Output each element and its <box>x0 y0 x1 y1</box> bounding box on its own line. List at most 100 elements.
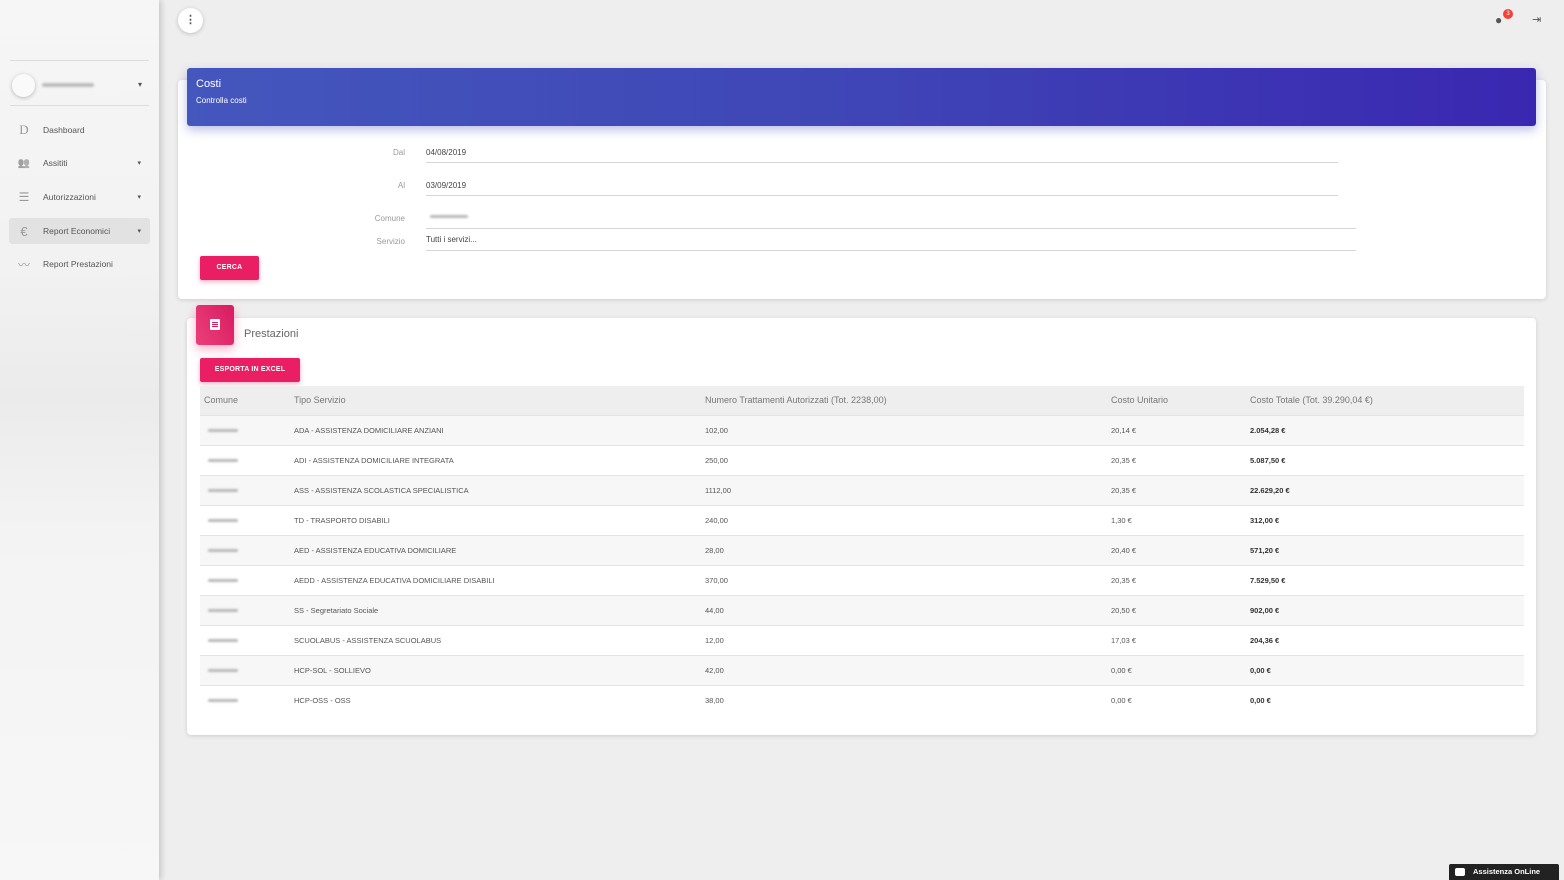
unitario-cell: 20,35 € <box>1107 474 1246 505</box>
table-row: SCUOLABUS - ASSISTENZA SCUOLABUS 12,00 17,… <box>200 624 1524 655</box>
chat-icon <box>1455 868 1465 877</box>
table-row: SS - Segretariato Sociale 44,00 20,50 €902… <box>200 594 1524 625</box>
comune-cell <box>200 444 290 475</box>
numero-cell: 42,00 <box>701 654 1107 685</box>
numero-cell: 44,00 <box>701 594 1107 625</box>
column-header-comune[interactable]: Comune <box>200 386 290 415</box>
unitario-cell: 20,40 € <box>1107 534 1246 565</box>
bell-icon[interactable]: ● <box>1495 13 1502 27</box>
tipo-cell: HCP-SOL - SOLLIEVO <box>290 654 701 685</box>
unitario-cell: 20,35 € <box>1107 564 1246 595</box>
notification-badge: 3 <box>1503 9 1513 19</box>
dashboard-icon: D <box>19 122 29 137</box>
unitario-cell: 20,50 € <box>1107 594 1246 625</box>
unitario-cell: 1,30 € <box>1107 504 1246 535</box>
dal-label: Dal <box>392 148 405 157</box>
table-row: HCP-OSS - OSS 38,00 0,00 €0,00 € <box>200 684 1524 715</box>
servizio-label: Servizio <box>376 237 405 246</box>
sidebar-item-label: Report Economici <box>43 226 111 236</box>
totale-cell: 571,20 € <box>1246 534 1524 565</box>
sidebar-divider <box>10 105 149 106</box>
totale-cell: 7.529,50 € <box>1246 564 1524 595</box>
page-subtitle: Controlla costi <box>196 96 247 105</box>
dal-input[interactable]: 04/08/2019 <box>426 148 466 157</box>
tipo-cell: SCUOLABUS - ASSISTENZA SCUOLABUS <box>290 624 701 655</box>
numero-cell: 12,00 <box>701 624 1107 655</box>
costi-header: Costi Controlla costi <box>187 68 1536 126</box>
totale-cell: 902,00 € <box>1246 594 1524 625</box>
sidebar-item-report-economici[interactable]: € Report Economici ▾ <box>9 218 150 244</box>
chevron-down-icon: ▾ <box>137 160 141 167</box>
user-name-redacted <box>42 83 94 87</box>
tipo-cell: AED - ASSISTENZA EDUCATIVA DOMICILIARE <box>290 534 701 565</box>
trending-icon: 〰 <box>17 257 30 272</box>
totale-cell: 22.629,20 € <box>1246 474 1524 505</box>
totale-cell: 2.054,28 € <box>1246 414 1524 445</box>
table-row: AEDD - ASSISTENZA EDUCATIVA DOMICILIARE … <box>200 564 1524 595</box>
comune-cell <box>200 474 290 505</box>
numero-cell: 240,00 <box>701 504 1107 535</box>
servizio-select[interactable]: Tutti i servizi... <box>426 235 477 244</box>
sidebar: ▾ D Dashboard 👥 Assititi ▾ ☰ Autorizzazi… <box>0 0 159 880</box>
search-button[interactable]: CERCA <box>200 256 259 280</box>
comune-cell <box>200 624 290 655</box>
euro-icon: € <box>20 223 28 239</box>
table-row: HCP-SOL - SOLLIEVO 42,00 0,00 €0,00 € <box>200 654 1524 685</box>
sidebar-item-label: Dashboard <box>43 125 85 135</box>
online-support-label: Assistenza OnLine <box>1473 867 1541 876</box>
al-label: Al <box>397 181 405 190</box>
comune-select[interactable] <box>430 215 468 218</box>
unitario-cell: 0,00 € <box>1107 684 1246 715</box>
sidebar-item-dashboard[interactable]: D Dashboard <box>9 117 150 143</box>
tipo-cell: HCP-OSS - OSS <box>290 684 701 715</box>
list-icon: ☰ <box>18 190 30 204</box>
tipo-cell: TD - TRASPORTO DISABILI <box>290 504 701 535</box>
numero-cell: 38,00 <box>701 684 1107 715</box>
sidebar-item-label: Autorizzazioni <box>43 192 96 202</box>
comune-cell <box>200 564 290 595</box>
table-header-row: Comune Tipo Servizio Numero Trattamenti … <box>200 386 1524 415</box>
tipo-cell: SS - Segretariato Sociale <box>290 594 701 625</box>
tipo-cell: AEDD - ASSISTENZA EDUCATIVA DOMICILIARE … <box>290 564 701 595</box>
comune-cell <box>200 414 290 445</box>
totale-cell: 312,00 € <box>1246 504 1524 535</box>
tipo-cell: ASS - ASSISTENZA SCOLASTICA SPECIALISTIC… <box>290 474 701 505</box>
page-title: Costi <box>196 78 222 90</box>
sidebar-item-report-prestazioni[interactable]: 〰 Report Prestazioni <box>9 251 150 277</box>
tipo-cell: ADA - ASSISTENZA DOMICILIARE ANZIANI <box>290 414 701 445</box>
table-row: ADI - ASSISTENZA DOMICILIARE INTEGRATA 25… <box>200 444 1524 475</box>
unitario-cell: 0,00 € <box>1107 654 1246 685</box>
numero-cell: 28,00 <box>701 534 1107 565</box>
totale-cell: 0,00 € <box>1246 654 1524 685</box>
tipo-cell: ADI - ASSISTENZA DOMICILIARE INTEGRATA <box>290 444 701 475</box>
table-row: AED - ASSISTENZA EDUCATIVA DOMICILIARE 28… <box>200 534 1524 565</box>
servizio-underline <box>426 250 1356 251</box>
numero-cell: 102,00 <box>701 414 1107 445</box>
sidebar-item-assistiti[interactable]: 👥 Assititi ▾ <box>9 150 150 176</box>
totale-cell: 0,00 € <box>1246 684 1524 715</box>
more-vert-button[interactable]: ⋮ <box>178 8 203 33</box>
comune-cell <box>200 654 290 685</box>
al-underline <box>426 195 1338 196</box>
sidebar-divider <box>10 60 149 61</box>
user-menu[interactable]: ▾ <box>12 72 150 98</box>
sidebar-item-autorizzazioni[interactable]: ☰ Autorizzazioni ▾ <box>9 184 150 210</box>
chevron-down-icon: ▾ <box>137 228 141 235</box>
column-header-tipo-servizio[interactable]: Tipo Servizio <box>290 386 701 415</box>
column-header-costo-unitario[interactable]: Costo Unitario <box>1107 386 1246 415</box>
table-row: ADA - ASSISTENZA DOMICILIARE ANZIANI 102,… <box>200 414 1524 445</box>
online-support-button[interactable]: Assistenza OnLine <box>1449 864 1559 880</box>
sidebar-item-label: Assititi <box>43 158 68 168</box>
al-input[interactable]: 03/09/2019 <box>426 181 466 190</box>
numero-cell: 370,00 <box>701 564 1107 595</box>
numero-cell: 250,00 <box>701 444 1107 475</box>
comune-cell <box>200 534 290 565</box>
logout-icon[interactable]: ⇥ <box>1532 13 1541 26</box>
column-header-numero[interactable]: Numero Trattamenti Autorizzati (Tot. 223… <box>701 386 1107 415</box>
unitario-cell: 20,35 € <box>1107 444 1246 475</box>
comune-underline <box>426 228 1356 229</box>
totale-cell: 5.087,50 € <box>1246 444 1524 475</box>
column-header-costo-totale[interactable]: Costo Totale (Tot. 39.290,04 €) <box>1246 386 1524 415</box>
export-excel-button[interactable]: ESPORTA IN EXCEL <box>200 358 300 382</box>
unitario-cell: 20,14 € <box>1107 414 1246 445</box>
